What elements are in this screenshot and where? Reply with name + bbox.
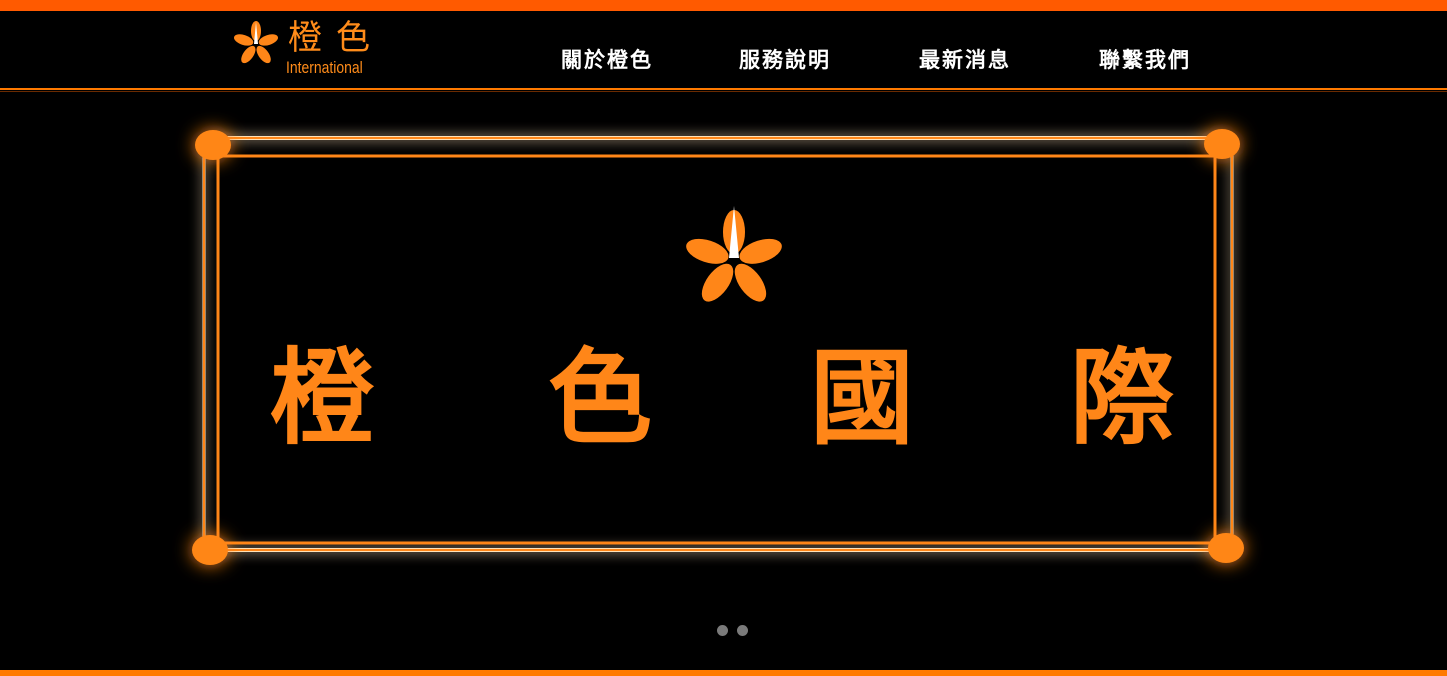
slider-dot[interactable] bbox=[717, 625, 728, 636]
nav-item-about[interactable]: 關於橙色 bbox=[561, 44, 653, 74]
moon-flower-icon bbox=[665, 202, 784, 340]
top-accent-bar bbox=[0, 0, 1447, 11]
brand-char: 際 bbox=[1070, 336, 1175, 459]
brand-char: 國 bbox=[810, 336, 915, 459]
brand-char: 橙 bbox=[270, 336, 375, 459]
brand-title: 橙 色 國 際 bbox=[0, 338, 1447, 458]
nav-item-news[interactable]: 最新消息 bbox=[919, 44, 1011, 74]
slider-pagination bbox=[717, 625, 757, 636]
bottom-accent-bar bbox=[0, 670, 1447, 676]
slider-dot[interactable] bbox=[737, 625, 748, 636]
brand-char: 色 bbox=[548, 336, 653, 459]
main-nav: 關於橙色 服務說明 最新消息 聯繫我們 bbox=[0, 44, 1447, 74]
header-divider bbox=[0, 88, 1447, 90]
nav-item-contact[interactable]: 聯繫我們 bbox=[1099, 44, 1191, 74]
nav-item-services[interactable]: 服務說明 bbox=[739, 44, 831, 74]
